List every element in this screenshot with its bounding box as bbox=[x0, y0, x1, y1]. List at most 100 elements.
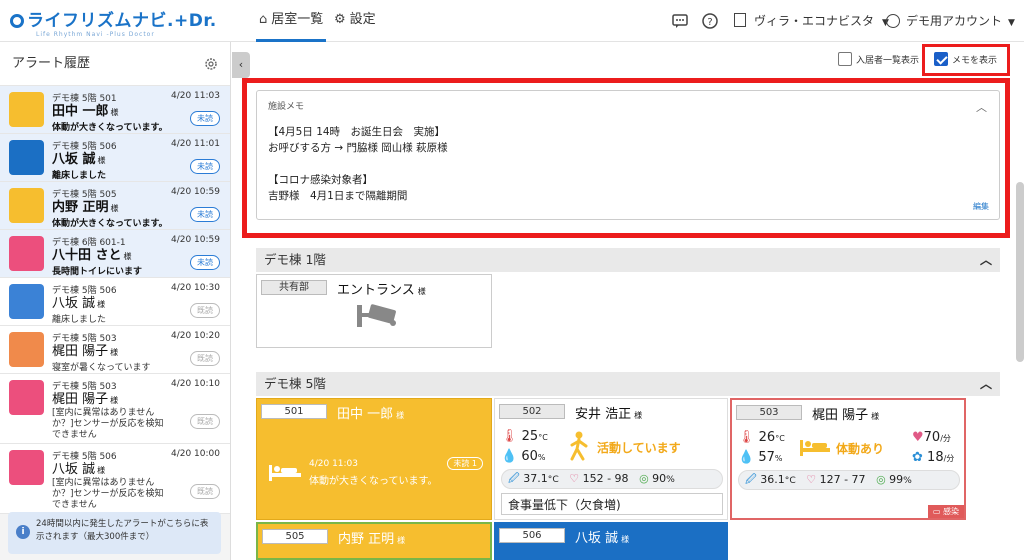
residents-list-checkbox[interactable]: 入居者一覧表示 bbox=[838, 52, 919, 66]
body-temp-icon: 🖉 bbox=[508, 472, 520, 485]
activity-status: 活動しています bbox=[597, 441, 681, 455]
room-card-501[interactable]: 501 田中 一郎様 4/20 11:03 体動が大きくなっています。 未読 1 bbox=[256, 398, 492, 520]
blood-pressure-icon: ♡ bbox=[806, 473, 817, 486]
floor-title: デモ棟 1階 bbox=[264, 252, 326, 267]
honorific: 様 bbox=[97, 466, 106, 475]
floor-section-5[interactable]: デモ棟 5階 ︿ bbox=[256, 372, 1000, 396]
room-humidity: 💧 60% bbox=[501, 449, 546, 464]
room-number: 505 bbox=[262, 529, 328, 544]
alert-list-item[interactable]: デモ棟 5階 503 4/20 10:10 梶田 陽子様 [室内に異常はありませんか？… bbox=[0, 374, 230, 444]
alert-time: 4/20 10:00 bbox=[170, 449, 220, 459]
alert-list: デモ棟 5階 501 4/20 11:03 田中 一郎様体動が大きくなっています。未… bbox=[0, 86, 230, 514]
facility-selector[interactable]: ヴィラ・エコナビスタ ▼ bbox=[734, 0, 889, 42]
alert-list-item[interactable]: デモ棟 5階 506 4/20 10:00 八坂 誠様 [室内に異常はありませんか？]… bbox=[0, 444, 230, 514]
read-status-badge: 未読 bbox=[190, 255, 220, 270]
room-card-506[interactable]: 506 八坂 誠様 bbox=[494, 522, 728, 560]
floor-title: デモ棟 5階 bbox=[264, 376, 326, 391]
resident-name: 内野 正明 bbox=[338, 532, 395, 547]
room-number: 506 bbox=[499, 528, 565, 543]
alert-type-icon bbox=[9, 140, 44, 175]
alert-location: デモ棟 5階 506 bbox=[52, 452, 117, 462]
room-temperature: 🌡 25°C bbox=[501, 429, 548, 444]
vitals-row: 🖉 36.1°C ♡ 127 - 77 ◎ 99% bbox=[738, 470, 960, 490]
help-icon[interactable]: ? bbox=[701, 12, 719, 30]
room-card-502[interactable]: 502 安井 浩正様 🌡 25°C 💧 60% 活動しています 🖉 37.1°C… bbox=[494, 398, 728, 520]
alert-location: デモ棟 5階 503 bbox=[52, 382, 117, 392]
infection-tag: ▭ 感染 bbox=[927, 505, 964, 518]
honorific: 様 bbox=[417, 287, 426, 296]
honorific: 様 bbox=[97, 156, 106, 165]
room-label: 共有部 bbox=[261, 280, 327, 295]
scrollbar-thumb[interactable] bbox=[1016, 182, 1024, 362]
resident-name: 内野 正明 bbox=[52, 200, 109, 215]
spo2-icon: ◎ bbox=[639, 472, 649, 485]
care-note[interactable]: 食事量低下（欠食増) bbox=[501, 493, 723, 515]
alert-location: デモ棟 5階 505 bbox=[52, 190, 117, 200]
room-humidity: 💧 57% bbox=[738, 450, 783, 465]
alert-type-icon bbox=[9, 284, 44, 319]
logo-subtitle: Life Rhythm Navi -Plus Doctor bbox=[36, 31, 155, 38]
alert-list-item[interactable]: デモ棟 5階 503 4/20 10:20 梶田 陽子様寝室が暑くなっています 既読 bbox=[0, 326, 230, 374]
account-icon bbox=[886, 14, 900, 28]
svg-text:?: ? bbox=[707, 17, 712, 28]
alert-list-item[interactable]: デモ棟 5階 505 4/20 10:59 内野 正明様体動が大きくなっています。未… bbox=[0, 182, 230, 230]
honorific: 様 bbox=[97, 300, 106, 309]
resident-name: 梶田 陽子 bbox=[812, 408, 869, 423]
chat-icon[interactable] bbox=[671, 12, 689, 30]
alert-list-item[interactable]: デモ棟 5階 501 4/20 11:03 田中 一郎様体動が大きくなっています。未… bbox=[0, 86, 230, 134]
tab-settings[interactable]: ⚙ 設定 bbox=[334, 0, 376, 42]
room-card-503[interactable]: 503 梶田 陽子様 🌡 26°C 💧 57% 体動あり ♥70/分 ✿ 18/… bbox=[730, 398, 966, 520]
honorific: 様 bbox=[110, 396, 119, 405]
caret-down-icon: ▼ bbox=[1008, 18, 1015, 28]
collapse-sidebar-button[interactable]: ‹ bbox=[232, 52, 250, 78]
alert-history-sidebar: アラート履歴 デモ棟 5階 501 4/20 11:03 田中 一郎様体動が大きくな… bbox=[0, 42, 231, 560]
vitals-row: 🖉 37.1°C ♡ 152 - 98 ◎ 90% bbox=[501, 469, 723, 489]
read-status-badge: 既読 bbox=[190, 351, 220, 366]
resident-name: 田中 一郎 bbox=[337, 407, 394, 422]
tab-room-list[interactable]: ⌂ 居室一覧 bbox=[256, 0, 327, 42]
lungs-icon: ✿ bbox=[912, 450, 923, 465]
alert-message: 体動が大きくなっています。 bbox=[309, 476, 438, 487]
alert-list-item[interactable]: デモ棟 5階 506 4/20 10:30 八坂 誠様離床しました 既読 bbox=[0, 278, 230, 326]
sidebar-title: アラート履歴 bbox=[12, 56, 91, 71]
honorific: 様 bbox=[110, 348, 119, 357]
memo-edit-link[interactable]: 編集 bbox=[973, 201, 989, 212]
app-logo[interactable]: ライフリズムナビ.+Dr. Life Rhythm Navi -Plus Doc… bbox=[10, 6, 217, 38]
room-number: 502 bbox=[499, 404, 565, 419]
room-number: 503 bbox=[736, 405, 802, 420]
thermometer-icon: 🌡 bbox=[501, 429, 518, 444]
room-card-entrance[interactable]: 共有部 エントランス様 bbox=[256, 274, 492, 348]
alert-location: デモ棟 5階 503 bbox=[52, 334, 117, 344]
resident-name: 梶田 陽子 bbox=[52, 344, 109, 359]
read-status-badge: 未読 bbox=[190, 111, 220, 126]
chevron-up-icon[interactable]: ︿ bbox=[976, 99, 987, 115]
chevron-up-icon: ︿ bbox=[979, 253, 992, 267]
info-icon: i bbox=[16, 525, 30, 539]
alert-type-icon bbox=[9, 92, 44, 127]
heart-icon: ♥ bbox=[912, 430, 924, 445]
alert-type-icon bbox=[9, 236, 44, 271]
chevron-up-icon: ︿ bbox=[979, 377, 992, 391]
room-card-505[interactable]: 505 内野 正明様 bbox=[256, 522, 492, 560]
chevron-left-icon: ‹ bbox=[238, 58, 244, 71]
gear-icon[interactable] bbox=[204, 57, 218, 71]
honorific: 様 bbox=[123, 252, 132, 261]
resident-name: 梶田 陽子 bbox=[52, 392, 109, 407]
read-status-badge: 既読 bbox=[190, 414, 220, 429]
alert-time: 4/20 11:03 bbox=[170, 91, 220, 101]
account-menu[interactable]: デモ用アカウント ▼ bbox=[886, 0, 1015, 42]
floor-section-1[interactable]: デモ棟 1階 ︿ bbox=[256, 248, 1000, 272]
alert-list-item[interactable]: デモ棟 5階 506 4/20 11:01 八坂 誠様離床しました 未読 bbox=[0, 134, 230, 182]
read-status-badge: 未読 bbox=[190, 159, 220, 174]
honorific: 様 bbox=[396, 411, 405, 420]
alert-time: 4/20 11:03 bbox=[309, 459, 359, 469]
memo-title: 施設メモ bbox=[268, 102, 305, 112]
resident-name: 八坂 誠 bbox=[52, 152, 96, 167]
thermometer-icon: 🌡 bbox=[738, 430, 755, 445]
droplet-icon: 💧 bbox=[501, 449, 518, 464]
alert-time: 4/20 10:59 bbox=[170, 235, 220, 245]
resident-name: 八坂 誠 bbox=[52, 296, 96, 311]
alert-location: デモ棟 5階 506 bbox=[52, 286, 117, 296]
alert-list-item[interactable]: デモ棟 6階 601-1 4/20 10:59 八十田 さと様長時間トイレにいます未… bbox=[0, 230, 230, 278]
checkbox-icon bbox=[838, 52, 852, 66]
